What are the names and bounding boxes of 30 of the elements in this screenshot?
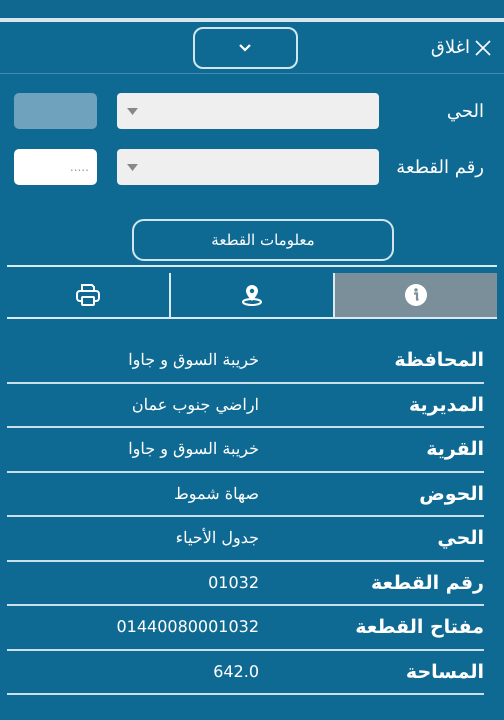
- detail-value: جدول الأحياء: [176, 526, 259, 550]
- detail-label: الحي: [436, 526, 484, 551]
- close-button[interactable]: اغلاق: [430, 34, 492, 61]
- tab[interactable]: [333, 273, 497, 317]
- detail-value: صهاة شموط: [174, 482, 259, 505]
- detail-label: المحافظة: [393, 348, 484, 373]
- chevron-down-icon: [238, 43, 252, 52]
- detail-value: اراضي جنوب عمان: [132, 394, 259, 416]
- dropdown-button[interactable]: [192, 26, 298, 68]
- close-icon: [474, 38, 492, 56]
- info-icon: [405, 284, 427, 306]
- detail-label: مفتاح القطعة: [354, 615, 484, 640]
- field-label: رقم القطعة: [395, 156, 484, 180]
- info-button[interactable]: معلومات القطعة: [132, 219, 394, 261]
- location-pin-icon: [240, 283, 264, 307]
- caret-down-icon: [127, 108, 138, 114]
- detail-label: المديرية: [408, 392, 484, 418]
- input-field[interactable]: .....: [14, 149, 97, 185]
- detail-value: 01032: [208, 572, 259, 594]
- detail-label: الحوض: [418, 482, 484, 507]
- printer-icon: [75, 283, 101, 307]
- detail-value: 642.0: [213, 660, 259, 683]
- caret-down-icon: [127, 164, 138, 170]
- detail-label: رقم القطعة: [370, 570, 484, 596]
- detail-value: خريبة السوق و جاوا: [128, 349, 259, 372]
- field-label: الحي: [446, 100, 484, 124]
- detail-label: القرية: [425, 437, 484, 462]
- detail-value: 01440080001032: [116, 616, 259, 638]
- detail-value: خريبة السوق و جاوا: [128, 438, 259, 460]
- detail-label: المساحة: [404, 660, 484, 684]
